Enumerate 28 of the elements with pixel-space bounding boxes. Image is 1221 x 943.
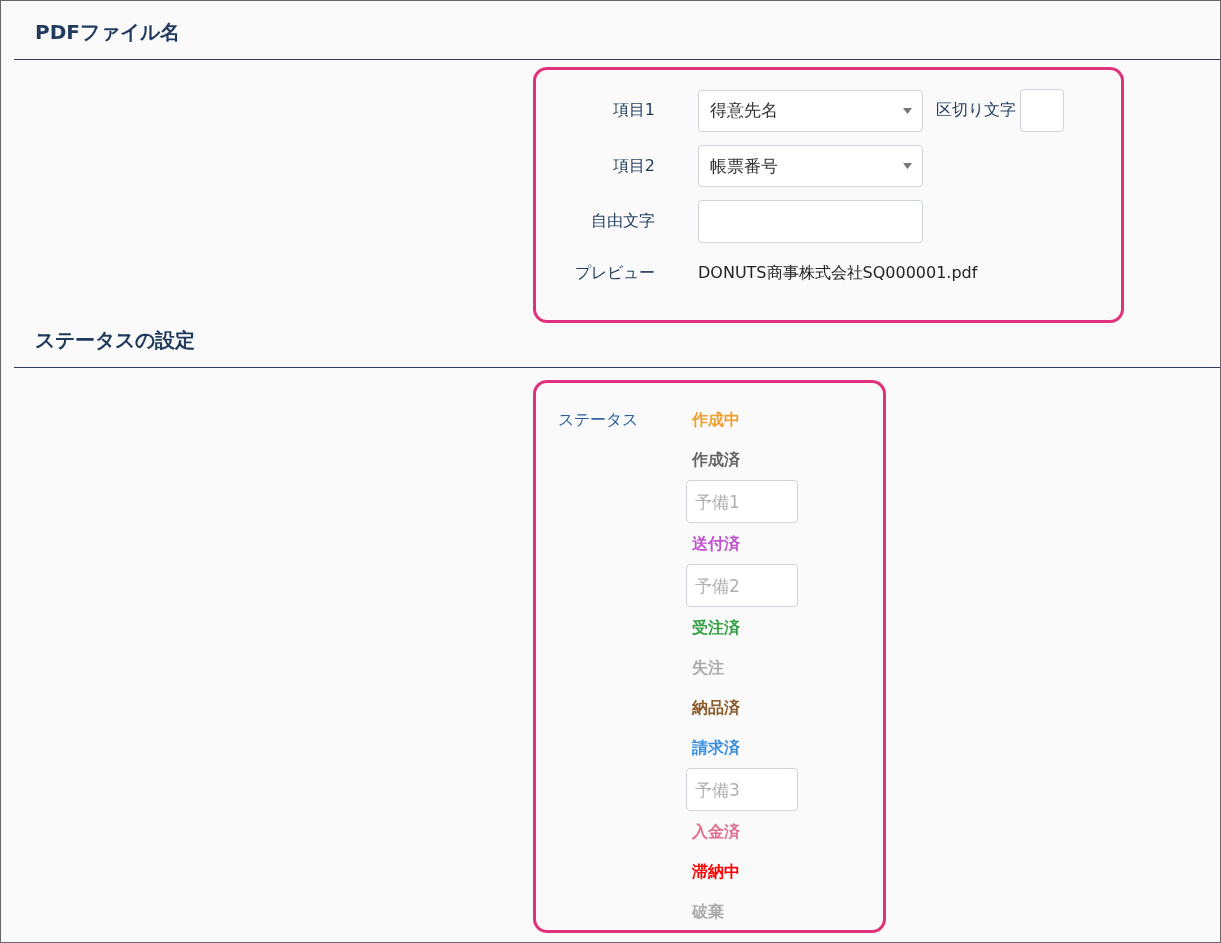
- field-label: 区切り文字: [936, 100, 1016, 121]
- status-label: 入金済: [692, 821, 740, 843]
- status-label: 失注: [692, 657, 724, 679]
- field-label: ステータス: [557, 409, 638, 431]
- status-input-field[interactable]: 予備2: [686, 564, 798, 607]
- status-label: 請求済: [692, 737, 740, 759]
- field-label: プレビュー: [574, 263, 655, 284]
- section-heading: PDFファイル名: [34, 19, 181, 45]
- field-label: 項目1: [611, 100, 655, 121]
- item-select[interactable]: 得意先名: [698, 89, 923, 132]
- status-label: 納品済: [692, 697, 740, 719]
- status-label: 送付済: [692, 533, 740, 555]
- item-select[interactable]: 帳票番号: [698, 145, 923, 187]
- status-label: 受注済: [692, 617, 740, 639]
- caret-icon: [903, 107, 912, 114]
- status-label: 作成中: [692, 409, 740, 431]
- free-text-input-field[interactable]: [698, 200, 923, 243]
- status-label: 滞納中: [692, 861, 740, 883]
- caret-icon: [903, 163, 912, 169]
- status-label: 作成済: [692, 449, 740, 471]
- separator-input-field[interactable]: [1020, 89, 1064, 132]
- status-input-field[interactable]: 予備1: [686, 480, 798, 523]
- section-heading: ステータスの設定: [34, 327, 196, 353]
- field-label: 自由文字: [590, 211, 655, 232]
- preview-text: DONUTS商事株式会社SQ000001.pdf: [698, 263, 978, 284]
- status-label: 破棄: [692, 901, 724, 923]
- status-input-field[interactable]: 予備3: [686, 768, 798, 811]
- field-label: 項目2: [611, 155, 655, 177]
